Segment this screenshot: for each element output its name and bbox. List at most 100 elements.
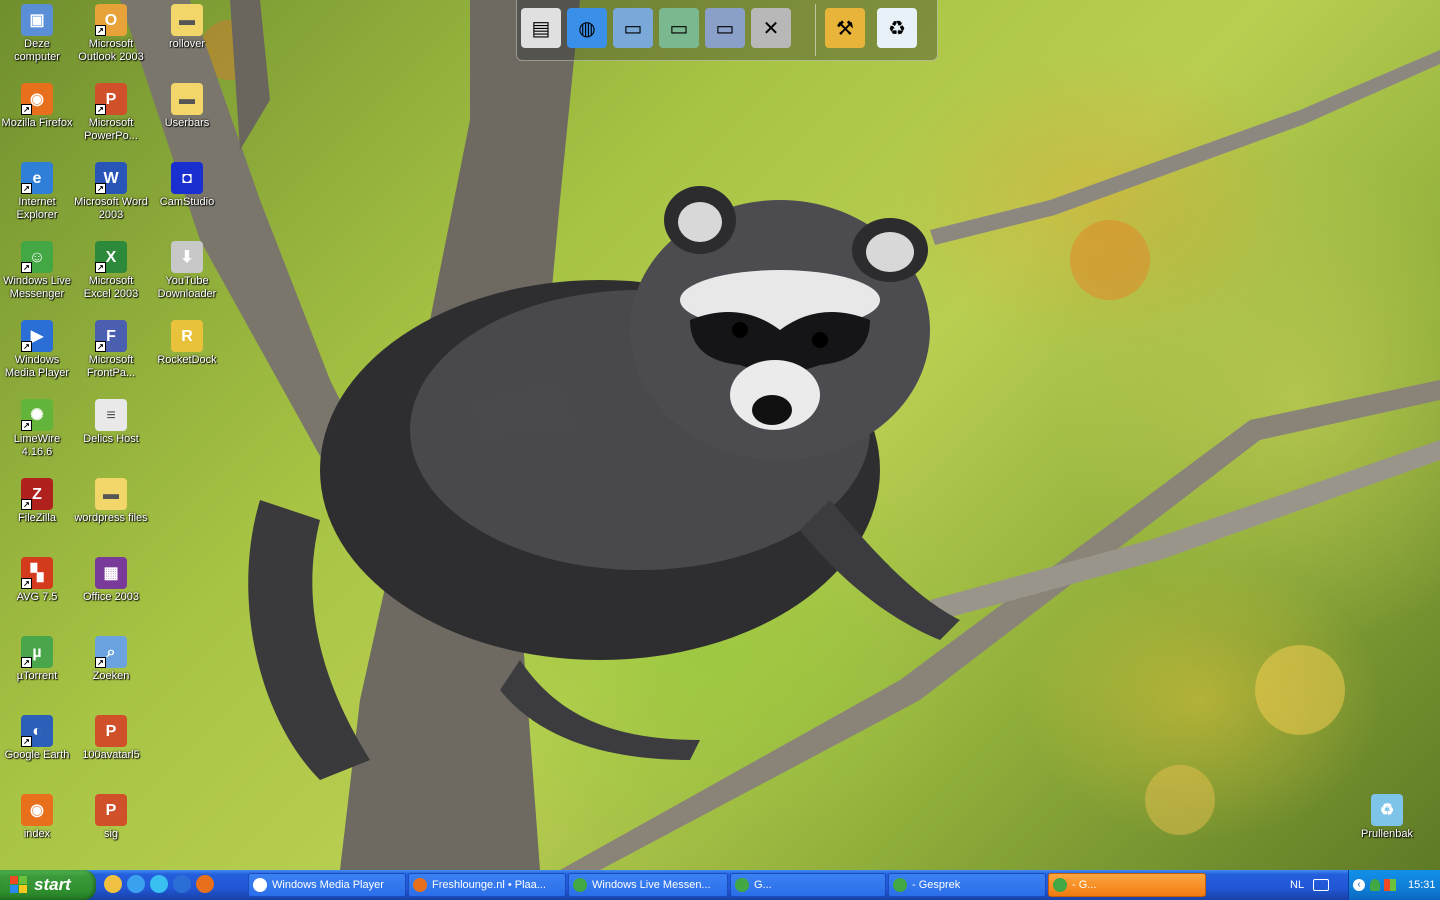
desktop-icon[interactable]: ◐ ↗ Google Earth [0,715,74,762]
language-indicator[interactable]: NL [1290,879,1304,891]
taskbar-button[interactable]: - G... [1048,873,1206,897]
desktop-icon-label: 100avatarl5 [82,749,140,761]
keyboard-icon[interactable] [1313,879,1329,891]
desktop-icon[interactable]: ✺ ↗ LimeWire 4.16.6 [0,399,74,459]
desktop-icon[interactable]: P ↗ Microsoft PowerPo... [74,83,148,143]
messenger-contact-icon [735,878,749,892]
desktop-icon-label: FileZilla [18,512,56,524]
limewire-icon: ✺ ↗ [21,399,53,431]
taskbar: start Windows Media Player Freshlounge.nl… [0,870,1440,900]
excel-icon: X ↗ [95,241,127,273]
shortcut-arrow-icon: ↗ [95,183,106,194]
messenger-contact-icon [1053,878,1067,892]
desktop-icon-label: Microsoft Outlook 2003 [78,38,144,63]
ie-alt-icon[interactable] [150,875,168,893]
hammer-wrench-icon[interactable]: ⚒ [825,8,865,48]
taskbar-button-label: Freshlounge.nl • Plaa... [432,879,546,891]
folder-icon: ▬ [171,4,203,36]
rocketdock-bar: ▤ ◍ ▭ ▭ ▭ ✕ ⚒ ♻ [516,0,938,61]
desktop-icon-label: Prullenbak [1361,828,1413,840]
shortcut-arrow-icon: ↗ [21,736,32,747]
desktop-icon-label: Windows Live Messenger [3,275,71,300]
flag-tray-icon[interactable] [1384,879,1396,891]
desktop-icon[interactable]: ▚ ↗ AVG 7.5 [0,557,74,604]
desktop-icon[interactable]: e ↗ Internet Explorer [0,162,74,222]
desktop-icon-label: YouTube Downloader [157,275,217,300]
desktop-icon[interactable]: P 100avatarl5 [74,715,148,762]
firefox-icon[interactable] [196,875,214,893]
desktop-icon[interactable]: ▬ Userbars [150,83,224,130]
raccoon-photo [120,0,1440,870]
desktop-icon-label: wordpress files [74,512,148,524]
clock-icon[interactable] [104,875,122,893]
tray-expand-icon[interactable]: ‹ [1353,879,1365,891]
desktop-icon[interactable]: ▣ Deze computer [0,4,74,64]
taskbar-button[interactable]: Windows Live Messen... [568,873,728,897]
desktop-icon[interactable]: R RocketDock [150,320,224,367]
desktop-icon[interactable]: X ↗ Microsoft Excel 2003 [74,241,148,301]
media-player-icon: ▶ ↗ [21,320,53,352]
shortcut-arrow-icon: ↗ [21,262,32,273]
folder-settings-icon[interactable]: ▭ [705,8,745,48]
text-document-icon: ≡ [95,399,127,431]
powerpoint-icon: P ↗ [95,83,127,115]
desktop-icon-label: Deze computer [14,38,60,63]
desktop-icon[interactable]: ◉ index [0,794,74,841]
shortcut-arrow-icon: ↗ [21,420,32,431]
search-icon: ⌕ ↗ [95,636,127,668]
desktop-icon[interactable]: ▦ Office 2003 [74,557,148,604]
utorrent-icon: µ ↗ [21,636,53,668]
desktop-icon-label: RocketDock [157,354,217,366]
taskbar-button[interactable]: Windows Media Player [248,873,406,897]
desktop-icon[interactable]: ⌕ ↗ Zoeken [74,636,148,683]
clock[interactable]: 15:31 [1408,879,1436,891]
media-player-icon [253,878,267,892]
desktop-icon[interactable]: F ↗ Microsoft FrontPa... [74,320,148,380]
shortcut-arrow-icon: ↗ [21,499,32,510]
desktop-icon[interactable]: ≡ Delics Host [74,399,148,446]
desktop-icon[interactable]: ▶ ↗ Windows Media Player [0,320,74,380]
camstudio-icon: ◘ [171,162,203,194]
desktop-icon[interactable]: ▬ wordpress files [74,478,148,525]
tools-icon[interactable]: ✕ [751,8,791,48]
desktop-icon-label: Internet Explorer [16,196,58,221]
desktop-icon[interactable]: Z ↗ FileZilla [0,478,74,525]
desktop-icon[interactable]: W ↗ Microsoft Word 2003 [74,162,148,222]
desktop-icon-label: Microsoft PowerPo... [84,117,138,142]
desktop-icon[interactable]: ♻ Prullenbak [1350,794,1424,841]
taskbar-button[interactable]: Freshlounge.nl • Plaa... [408,873,566,897]
messenger-tray-icon[interactable] [1370,879,1380,891]
desktop-icon[interactable]: ⬇ YouTube Downloader [150,241,224,301]
desktop-icon[interactable]: ▬ rollover [150,4,224,51]
desktop-icon[interactable]: Psig [74,794,148,841]
taskbar-button[interactable]: - Gesprek [888,873,1046,897]
network-globe-icon[interactable]: ◍ [567,8,607,48]
start-label: start [34,875,71,894]
messenger-contact-icon [893,878,907,892]
recycle-bin-icon[interactable]: ♻ [877,8,917,48]
folder-blue-icon[interactable]: ▭ [613,8,653,48]
desktop-icon-label: Microsoft Word 2003 [74,196,148,221]
firefox-document-icon: ◉ [21,794,53,826]
desktop-icon[interactable]: O ↗ Microsoft Outlook 2003 [74,4,148,64]
desktop-icon[interactable]: ☺ ↗ Windows Live Messenger [0,241,74,301]
shortcut-arrow-icon: ↗ [21,183,32,194]
internet-explorer-icon[interactable] [127,875,145,893]
powerpoint-document-icon: P [95,794,127,826]
desktop-icon-label: sig [103,828,119,840]
desktop-icon-label: Office 2003 [82,591,140,603]
start-button[interactable]: start [0,870,96,900]
media-player-icon[interactable] [173,875,191,893]
firefox-icon [413,878,427,892]
documents-icon[interactable]: ▤ [521,8,561,48]
desktop-icon[interactable]: ◉ ↗ Mozilla Firefox [0,83,74,130]
frontpage-icon: F ↗ [95,320,127,352]
folder-green-icon[interactable]: ▭ [659,8,699,48]
desktop-icon-label: rollover [168,38,206,50]
desktop-icon-label: Microsoft Excel 2003 [83,275,139,300]
desktop-icon[interactable]: ◘ CamStudio [150,162,224,209]
word-icon: W ↗ [95,162,127,194]
taskbar-button[interactable]: G... [730,873,886,897]
desktop-icon[interactable]: µ ↗ µTorrent [0,636,74,683]
quick-launch [104,875,214,895]
